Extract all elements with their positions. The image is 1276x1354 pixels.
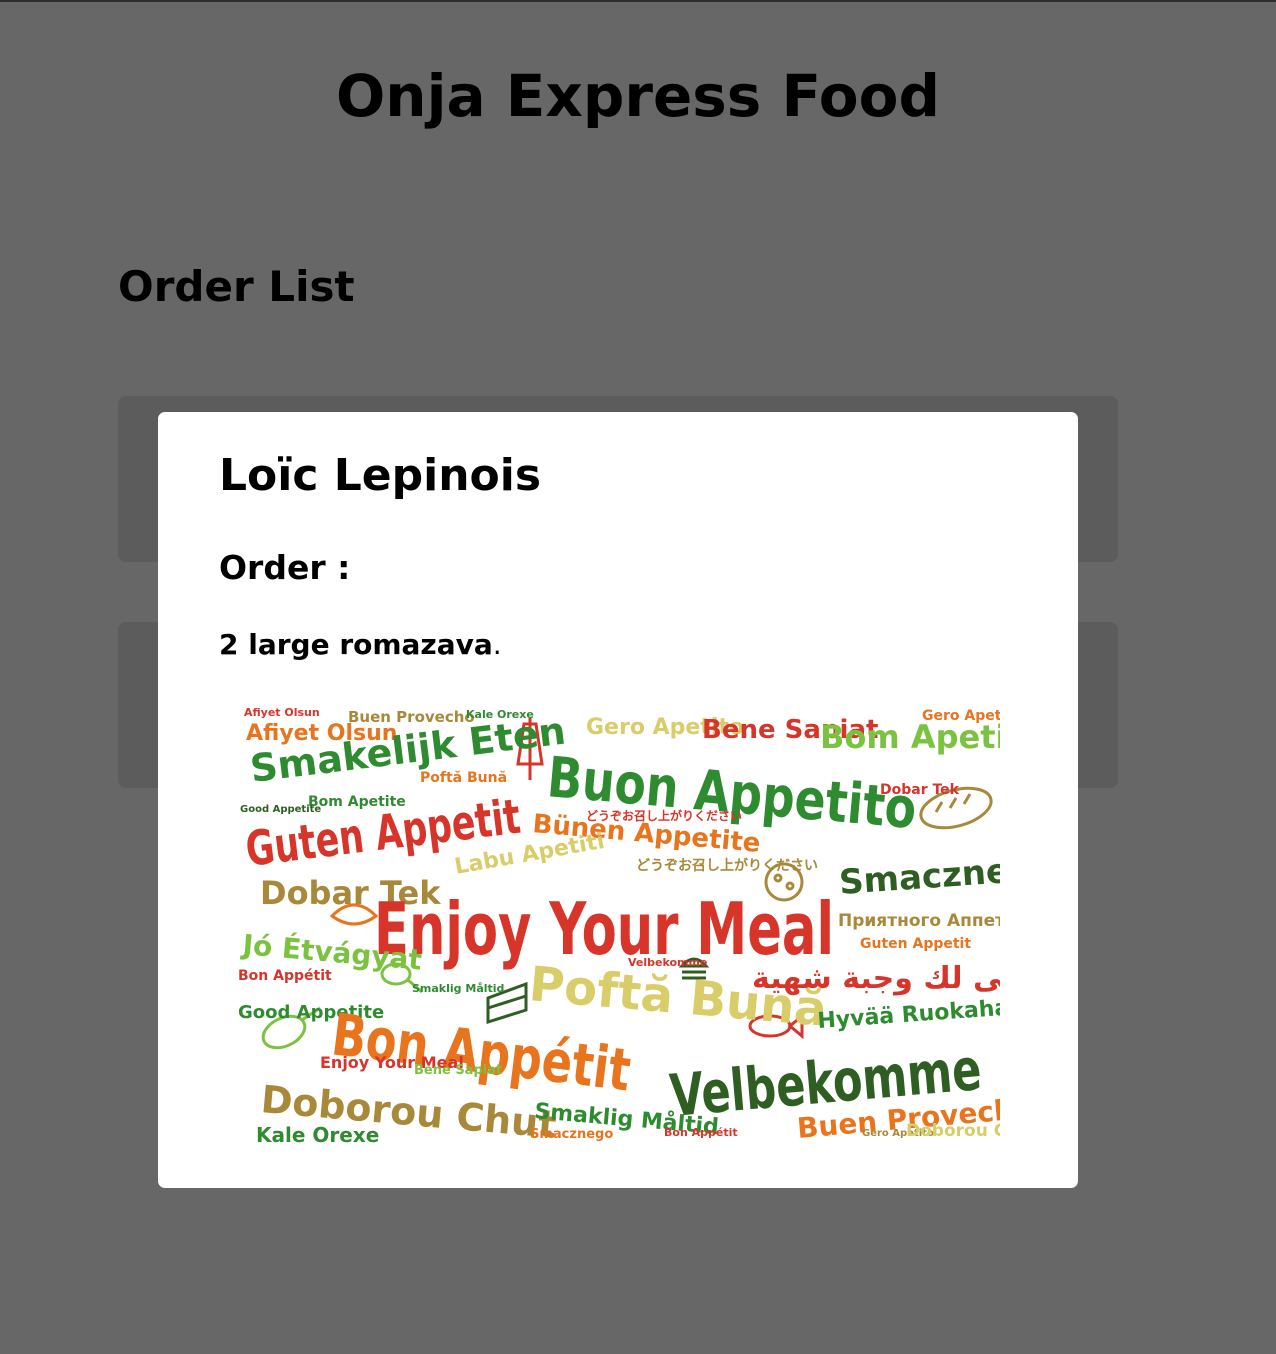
word-cloud-word: Bon Appétit [238, 968, 332, 984]
order-label: Order : [219, 548, 351, 587]
word-cloud-word: Guten Appetit [860, 936, 971, 952]
word-cloud-word: أتمنى لك وجبة شهية [752, 958, 1000, 996]
word-cloud-word: Velbekomme [628, 956, 707, 969]
word-cloud-word: Smacznego [838, 848, 1000, 903]
order-detail-modal: Loïc Lepinois Order : 2 large romazava. [158, 412, 1078, 1188]
order-description: 2 large romazava. [219, 628, 502, 661]
word-cloud-word: Doborou Chut [906, 1121, 1000, 1141]
order-description-period: . [492, 628, 502, 661]
word-cloud-word: Smacznego [530, 1127, 613, 1142]
word-cloud-word: Smaklig Måltid [412, 982, 504, 995]
customer-name: Loïc Lepinois [219, 450, 542, 501]
app-title: Onja Express Food [335, 62, 940, 130]
window-top-border [0, 0, 1276, 2]
word-cloud-word: Enjoy Your Meal [374, 887, 834, 971]
word-cloud-word: Dobar Tek [880, 782, 960, 798]
word-cloud-word: Afiyet Olsun [244, 706, 320, 719]
word-cloud-graphic: Afiyet Olsun Afiyet Olsun Buen Provecho … [238, 706, 1000, 1147]
word-cloud-word: どうぞお召し上がりください [636, 857, 818, 874]
word-cloud-word: Hyvää Ruokahaluaa [817, 992, 1000, 1034]
order-description-text: 2 large romazava [219, 628, 493, 661]
word-cloud-word: Kale Orexe [256, 1123, 379, 1147]
word-cloud-word: どうぞお召し上がりください [586, 808, 742, 823]
bon-appetit-word-cloud-image: Afiyet Olsun Afiyet Olsun Buen Provecho … [236, 704, 1000, 1154]
word-cloud-word: Bene Sapiat [414, 1063, 502, 1078]
order-list-title: Order List [118, 262, 355, 311]
word-cloud-word: Poftă Bună [420, 770, 507, 786]
word-cloud-word: Gero Apetito [922, 708, 1000, 724]
word-cloud-word: Приятного Аппетита [838, 911, 1000, 931]
